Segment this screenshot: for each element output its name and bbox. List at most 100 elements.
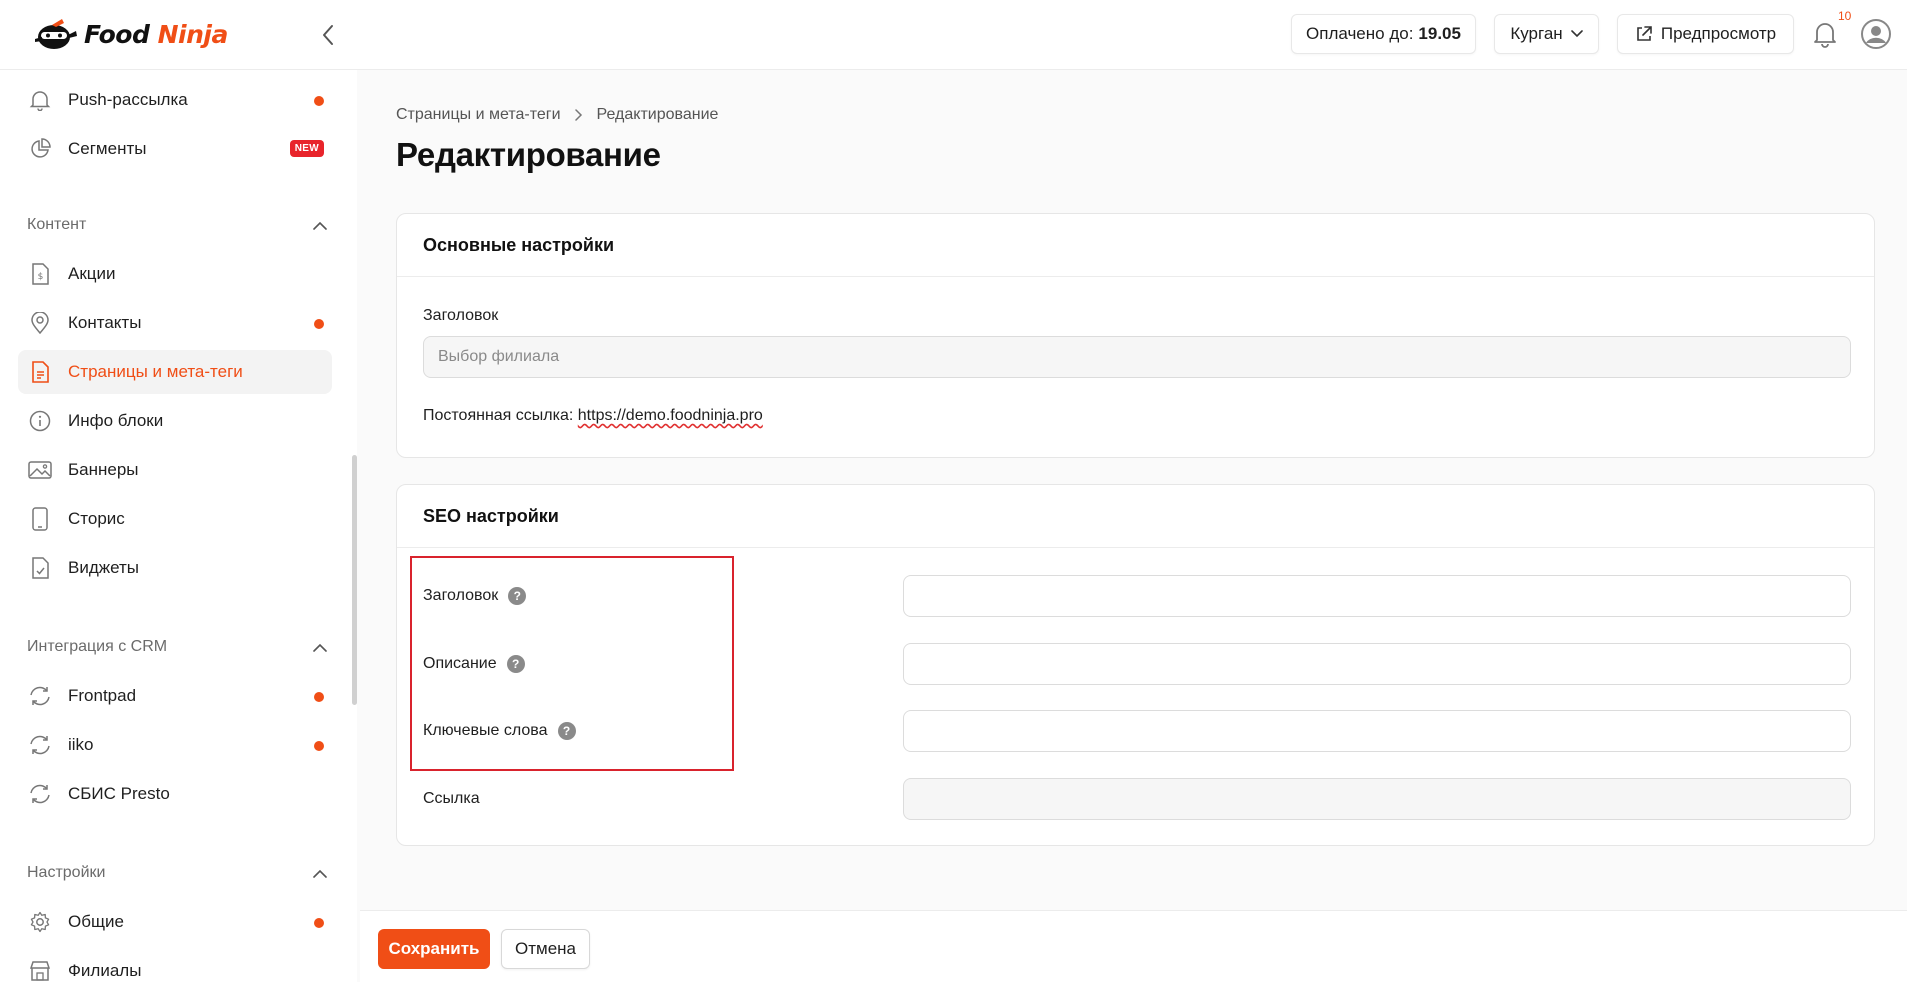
- external-link-icon: [1637, 26, 1652, 41]
- sync-icon: [28, 782, 52, 806]
- dollar-document-icon: $: [28, 262, 52, 286]
- sidebar-item-contacts[interactable]: Контакты: [18, 301, 332, 345]
- sidebar-item-push[interactable]: Push-рассылка: [18, 78, 332, 122]
- chevron-right-icon: [574, 109, 582, 121]
- basic-settings-card: Основные настройки Заголовок Выбор филиа…: [396, 213, 1875, 458]
- sidebar-item-pages[interactable]: Страницы и мета-теги: [18, 350, 332, 394]
- sidebar-item-label: Контакты: [68, 313, 142, 332]
- section-toggle-crm[interactable]: Интеграция с CRM: [27, 632, 327, 662]
- permalink-url-link[interactable]: https://demo.foodninja.pro: [578, 407, 763, 424]
- sidebar-item-iiko[interactable]: iiko: [18, 723, 332, 767]
- sidebar-item-widgets[interactable]: Виджеты: [18, 546, 332, 590]
- sidebar-item-general[interactable]: Общие: [18, 900, 332, 944]
- page-title: Редактирование: [396, 136, 661, 173]
- heading-input[interactable]: Выбор филиала: [423, 336, 1851, 378]
- bell-icon: [1814, 23, 1836, 48]
- sidebar-item-label: СБИС Presto: [68, 784, 170, 803]
- sidebar-item-label: iiko: [68, 735, 94, 754]
- chevron-down-icon: [1570, 30, 1583, 38]
- chevron-up-icon: [313, 643, 327, 652]
- sidebar-item-label: Акции: [68, 264, 116, 283]
- highlight-annotation-box: [410, 556, 734, 771]
- sidebar-item-label: Баннеры: [68, 460, 139, 479]
- sync-icon: [28, 733, 52, 757]
- sidebar-item-label: Страницы и мета-теги: [68, 362, 243, 381]
- city-select-value: Курган: [1510, 24, 1563, 43]
- seo-link-label: Ссылка: [423, 790, 480, 807]
- logo-food-text: Food: [84, 19, 150, 49]
- user-avatar[interactable]: [1860, 18, 1892, 50]
- status-dot: [314, 918, 324, 928]
- heading-input-placeholder: Выбор филиала: [438, 348, 560, 365]
- document-icon: [28, 360, 52, 384]
- collapse-sidebar-button[interactable]: [316, 20, 340, 50]
- top-header: Food Ninja Оплачено до: 19.05 Курган Пре…: [0, 0, 1907, 70]
- sidebar-item-label: Филиалы: [68, 961, 142, 980]
- sidebar-item-stories[interactable]: Сторис: [18, 497, 332, 541]
- preview-label: Предпросмотр: [1660, 24, 1777, 43]
- sidebar-item-branches[interactable]: Филиалы: [18, 949, 332, 982]
- notifications-button[interactable]: [1812, 20, 1840, 50]
- breadcrumb: Страницы и мета-теги Редактирование: [396, 106, 718, 124]
- ninja-logo-icon: [35, 19, 77, 49]
- save-button[interactable]: Сохранить: [378, 929, 490, 969]
- sidebar-item-segments[interactable]: Сегменты NEW: [18, 127, 332, 171]
- section-title: Настройки: [27, 864, 106, 881]
- store-icon: [28, 959, 52, 982]
- section-toggle-content[interactable]: Контент: [27, 210, 327, 240]
- phone-icon: [28, 507, 52, 531]
- svg-text:$: $: [38, 272, 44, 282]
- document-check-icon: [28, 556, 52, 580]
- sidebar-item-label: Сторис: [68, 509, 125, 528]
- sidebar-item-banners[interactable]: Баннеры: [18, 448, 332, 492]
- preview-button[interactable]: Предпросмотр: [1617, 14, 1794, 54]
- logo-ninja-text: Ninja: [157, 19, 229, 49]
- map-pin-icon: [28, 311, 52, 335]
- sync-icon: [28, 684, 52, 708]
- sidebar-item-frontpad[interactable]: Frontpad: [18, 674, 332, 718]
- heading-label: Заголовок: [423, 307, 499, 324]
- new-badge: NEW: [289, 140, 324, 157]
- cancel-button[interactable]: Отмена: [501, 929, 590, 969]
- chevron-up-icon: [313, 869, 327, 878]
- sidebar-item-info-blocks[interactable]: Инфо блоки: [18, 399, 332, 443]
- seo-settings-title: SEO настройки: [397, 485, 1874, 548]
- paid-until-label: Оплачено до:: [1306, 24, 1414, 43]
- form-footer: Сохранить Отмена: [360, 910, 1907, 982]
- section-title: Контент: [27, 216, 87, 233]
- sidebar-item-promotions[interactable]: $ Акции: [18, 252, 332, 296]
- paid-until-badge: Оплачено до: 19.05: [1291, 14, 1476, 54]
- bell-icon: [28, 88, 52, 112]
- permalink-label: Постоянная ссылка:: [423, 407, 574, 424]
- seo-description-input[interactable]: [903, 643, 1851, 685]
- section-toggle-settings[interactable]: Настройки: [27, 858, 327, 888]
- sidebar-item-sbis-presto[interactable]: СБИС Presto: [18, 772, 332, 816]
- breadcrumb-current: Редактирование: [596, 106, 719, 123]
- info-icon: [28, 409, 52, 433]
- sidebar-item-label: Инфо блоки: [68, 411, 164, 430]
- chevron-up-icon: [313, 221, 327, 230]
- status-dot: [314, 96, 324, 106]
- breadcrumb-link-pages[interactable]: Страницы и мета-теги: [396, 106, 561, 124]
- sidebar-item-label: Push-рассылка: [68, 90, 188, 109]
- city-select[interactable]: Курган: [1494, 14, 1599, 54]
- chevron-left-icon: [323, 25, 333, 45]
- permalink: Постоянная ссылка: https://demo.foodninj…: [423, 407, 763, 425]
- sidebar-item-label: Общие: [68, 912, 124, 931]
- status-dot: [314, 692, 324, 702]
- food-ninja-logo[interactable]: Food Ninja: [32, 14, 228, 54]
- sidebar: Push-рассылка Сегменты NEW Контент $ Акц…: [0, 70, 357, 982]
- user-icon: [1861, 19, 1891, 49]
- status-dot: [314, 319, 324, 329]
- status-dot: [314, 741, 324, 751]
- gear-icon: [28, 910, 52, 934]
- pie-chart-icon: [28, 137, 52, 161]
- seo-link-input[interactable]: [903, 778, 1851, 820]
- notifications-count: 10: [1838, 9, 1852, 23]
- sidebar-item-label: Сегменты: [68, 139, 147, 158]
- sidebar-scrollbar[interactable]: [352, 455, 357, 705]
- basic-settings-title: Основные настройки: [397, 214, 1874, 277]
- seo-title-input[interactable]: [903, 575, 1851, 617]
- seo-keywords-input[interactable]: [903, 710, 1851, 752]
- image-icon: [28, 458, 52, 482]
